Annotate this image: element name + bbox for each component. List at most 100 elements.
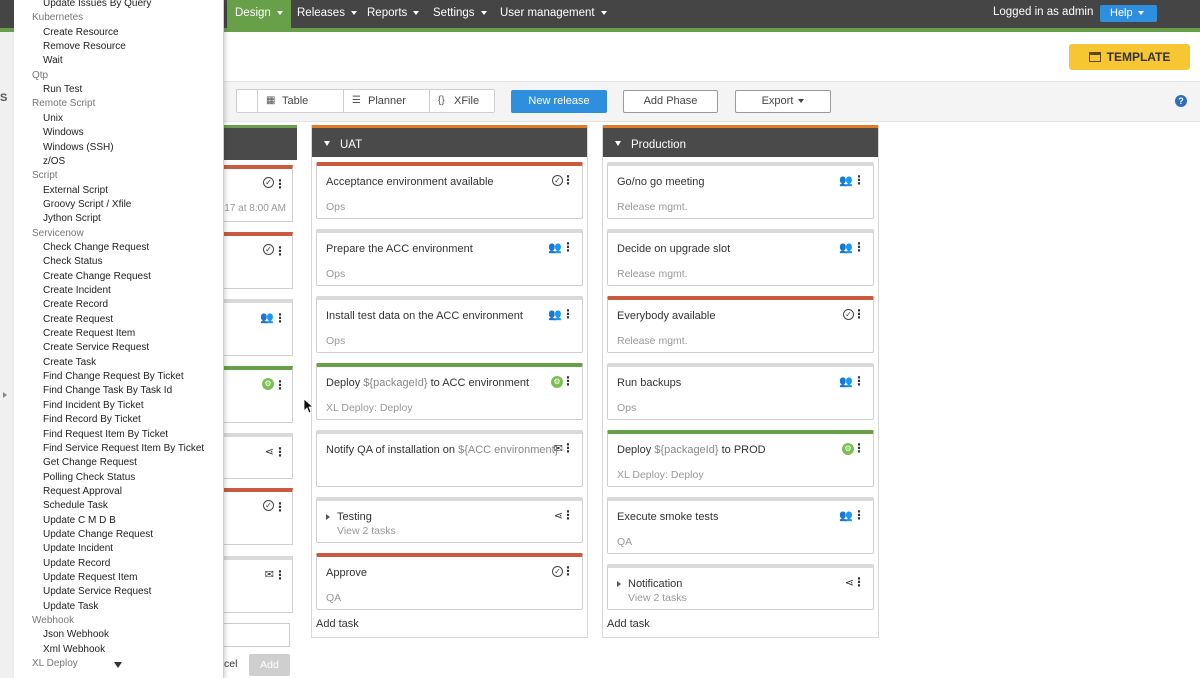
more-icon[interactable]: ⋮	[274, 378, 286, 392]
dropdown-item[interactable]: Jython Script	[43, 213, 101, 224]
more-icon[interactable]: ⋮	[274, 568, 286, 582]
more-icon[interactable]: ⋮	[274, 445, 286, 459]
more-icon[interactable]: ⋮	[562, 241, 574, 254]
expand-icon[interactable]	[3, 392, 7, 398]
task-card[interactable]: Go/no go meeting Release mgmt. 👥 ⋮	[607, 162, 874, 219]
help-icon[interactable]: ?	[1175, 95, 1187, 107]
add-task-link[interactable]: Add task	[316, 618, 359, 630]
dropdown-item[interactable]: Create Service Request	[43, 342, 149, 353]
add-button[interactable]: Add	[249, 654, 290, 676]
dropdown-item[interactable]: Find Incident By Ticket	[43, 400, 144, 411]
partial-task-card[interactable]: ✉ ⋮	[224, 556, 293, 613]
more-icon[interactable]: ⋮	[853, 576, 865, 589]
task-card[interactable]: Acceptance environment available Ops ✓ ⋮	[316, 162, 583, 219]
partial-task-card[interactable]: ✓ ⋮	[224, 232, 293, 289]
more-icon[interactable]: ⋮	[274, 244, 286, 258]
more-icon[interactable]: ⋮	[853, 442, 865, 455]
nav-item-design[interactable]: Design	[227, 0, 291, 28]
phase-header[interactable]: Production	[603, 125, 878, 157]
task-card[interactable]: Prepare the ACC environment Ops 👥 ⋮	[316, 229, 583, 286]
add-task-link[interactable]: Add task	[607, 618, 650, 630]
more-icon[interactable]: ⋮	[562, 308, 574, 321]
view-tab-partial[interactable]	[237, 90, 258, 112]
dropdown-item[interactable]: Find Request Item By Ticket	[43, 429, 168, 440]
task-card[interactable]: Install test data on the ACC environment…	[316, 296, 583, 353]
dropdown-item[interactable]: Update C M D B	[43, 515, 116, 526]
dropdown-item[interactable]: Groovy Script / Xfile	[43, 199, 131, 210]
task-card[interactable]: Notify QA of installation on ${ACC envir…	[316, 430, 583, 487]
more-icon[interactable]: ⋮	[853, 241, 865, 254]
partial-task-card[interactable]: ✓ ⋮ 17 at 8:00 AM	[224, 165, 293, 222]
export-button[interactable]: Export	[735, 90, 831, 113]
dropdown-item[interactable]: Update Task	[43, 601, 98, 612]
nav-item-settings[interactable]: Settings	[425, 0, 495, 28]
dropdown-item[interactable]: Check Change Request	[43, 242, 149, 253]
expand-icon[interactable]	[617, 581, 621, 587]
expand-icon[interactable]	[326, 514, 330, 520]
task-card[interactable]: Deploy ${packageId} to ACC environment XL…	[316, 363, 583, 420]
tab-xfile[interactable]: {} XFile	[430, 90, 494, 112]
task-card[interactable]: Everybody available Release mgmt. ✓ ⋮	[607, 296, 874, 353]
task-card[interactable]: Execute smoke tests QA 👥 ⋮	[607, 497, 874, 554]
task-card[interactable]: Decide on upgrade slot Release mgmt. 👥 ⋮	[607, 229, 874, 286]
scroll-down-icon[interactable]	[114, 662, 122, 668]
tab-planner[interactable]: ☰ Planner	[344, 90, 430, 112]
dropdown-item[interactable]: Create Request Item	[43, 328, 135, 339]
more-icon[interactable]: ⋮	[274, 311, 286, 325]
dropdown-item[interactable]: Request Approval	[43, 486, 122, 497]
new-release-button[interactable]: New release	[511, 90, 607, 113]
dropdown-item[interactable]: Find Change Request By Ticket	[43, 371, 184, 382]
dropdown-item[interactable]: Unix	[43, 113, 63, 124]
more-icon[interactable]: ⋮	[562, 509, 574, 522]
dropdown-item[interactable]: Find Record By Ticket	[43, 414, 141, 425]
dropdown-item[interactable]: Create Resource	[43, 27, 119, 38]
add-phase-button[interactable]: Add Phase	[623, 90, 718, 113]
task-card[interactable]: Approve QA ✓ ⋮	[316, 553, 583, 610]
more-icon[interactable]: ⋮	[562, 565, 574, 578]
dropdown-item[interactable]: Remove Resource	[43, 41, 126, 52]
dropdown-item[interactable]: Create Request	[43, 314, 113, 325]
dropdown-item[interactable]: Run Test	[43, 84, 82, 95]
dropdown-item[interactable]: External Script	[43, 185, 108, 196]
dropdown-item[interactable]: Json Webhook	[43, 629, 109, 640]
dropdown-item[interactable]: Update Service Request	[43, 586, 151, 597]
task-card[interactable]: Deploy ${packageId} to PROD XL Deploy: De…	[607, 430, 874, 487]
partial-task-card[interactable]: ✓ ⋮	[224, 488, 293, 545]
partial-task-card[interactable]: ⋖ ⋮	[224, 433, 293, 479]
dropdown-item[interactable]: Xml Webhook	[43, 644, 105, 655]
dropdown-item[interactable]: Get Change Request	[43, 457, 137, 468]
task-group-card[interactable]: Notification View 2 tasks ⋖ ⋮	[607, 564, 874, 610]
dropdown-item[interactable]: Find Change Task By Task Id	[43, 385, 172, 396]
dropdown-item[interactable]: Update Request Item	[43, 572, 138, 583]
more-icon[interactable]: ⋮	[274, 500, 286, 514]
dropdown-item[interactable]: Polling Check Status	[43, 472, 135, 483]
more-icon[interactable]: ⋮	[562, 375, 574, 388]
nav-item-reports[interactable]: Reports	[359, 0, 427, 28]
phase-header[interactable]: UAT	[312, 125, 587, 157]
more-icon[interactable]: ⋮	[562, 442, 574, 455]
collapse-icon[interactable]	[324, 141, 330, 146]
dropdown-item[interactable]: Update Issues By Query	[43, 0, 151, 9]
view-tasks-link[interactable]: View 2 tasks	[628, 592, 687, 604]
tab-table[interactable]: ▦ Table	[258, 90, 344, 112]
dropdown-item[interactable]: Check Status	[43, 256, 102, 267]
help-button[interactable]: Help	[1100, 5, 1157, 22]
view-tasks-link[interactable]: View 2 tasks	[337, 525, 396, 537]
new-task-input[interactable]	[224, 623, 290, 647]
task-card[interactable]: Run backups Ops 👥 ⋮	[607, 363, 874, 420]
dropdown-item[interactable]: Find Service Request Item By Ticket	[43, 443, 204, 454]
dropdown-item[interactable]: Windows (SSH)	[43, 142, 114, 153]
more-icon[interactable]: ⋮	[853, 308, 865, 321]
dropdown-item[interactable]: Create Incident	[43, 285, 111, 296]
dropdown-item[interactable]: Create Record	[43, 299, 108, 310]
nav-item-user-management[interactable]: User management	[492, 0, 615, 28]
more-icon[interactable]: ⋮	[274, 177, 286, 191]
dropdown-item[interactable]: Schedule Task	[43, 500, 108, 511]
more-icon[interactable]: ⋮	[562, 174, 574, 187]
nav-item-releases[interactable]: Releases	[289, 0, 365, 28]
task-group-card[interactable]: Testing View 2 tasks ⋖ ⋮	[316, 497, 583, 543]
dropdown-item[interactable]: Update Incident	[43, 543, 113, 554]
dropdown-item[interactable]: Wait	[43, 55, 63, 66]
dropdown-item[interactable]: Create Change Request	[43, 271, 151, 282]
more-icon[interactable]: ⋮	[853, 509, 865, 522]
